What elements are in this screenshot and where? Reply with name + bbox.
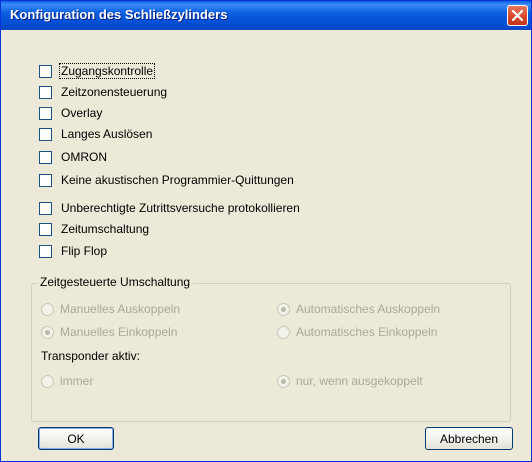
checkbox-label: Zugangskontrolle [58, 63, 156, 79]
checkbox-flip-flop[interactable]: Flip Flop [39, 243, 108, 259]
checkbox-box[interactable] [39, 173, 52, 187]
radio-label: Automatisches Einkoppeln [296, 325, 438, 339]
checkbox-label: Langes Auslösen [61, 127, 153, 141]
radio-automatisches-einkoppeln[interactable]: Automatisches Einkoppeln [277, 324, 437, 340]
radio-label: Manuelles Auskoppeln [60, 302, 181, 316]
dialog-window: Konfiguration des Schließzylinders Zugan… [0, 0, 532, 462]
close-icon [512, 10, 523, 21]
transponder-label: Transponder aktiv: [41, 349, 140, 363]
checkbox-langes-ausloesen[interactable]: Langes Auslösen [39, 126, 153, 142]
radio-label: immer [60, 374, 94, 388]
checkbox-box[interactable] [39, 150, 52, 164]
checkbox-box[interactable] [39, 127, 52, 141]
checkbox-zeitzonensteuerung[interactable]: Zeitzonensteuerung [39, 84, 168, 100]
radio-button[interactable] [41, 302, 54, 316]
window-title: Konfiguration des Schließzylinders [10, 7, 228, 22]
checkbox-label: Flip Flop [61, 244, 108, 258]
radio-label: Manuelles Einkoppeln [60, 325, 178, 339]
radio-manuelles-einkoppeln[interactable]: Manuelles Einkoppeln [41, 324, 177, 340]
ok-button[interactable]: OK [38, 427, 114, 450]
radio-button[interactable] [277, 374, 290, 388]
radio-manuelles-auskoppeln[interactable]: Manuelles Auskoppeln [41, 301, 180, 317]
checkbox-zugangskontrolle[interactable]: Zugangskontrolle [39, 63, 156, 79]
checkbox-label: Zeitumschaltung [61, 222, 150, 236]
groupbox-title: Zeitgesteuerte Umschaltung [37, 275, 194, 289]
radio-button[interactable] [277, 302, 290, 316]
checkbox-zeitumschaltung[interactable]: Zeitumschaltung [39, 221, 150, 237]
radio-button[interactable] [277, 325, 290, 339]
radio-label: nur, wenn ausgekoppelt [296, 374, 423, 388]
radio-label: Automatisches Auskoppeln [296, 302, 441, 316]
checkbox-zutrittsversuche[interactable]: Unberechtigte Zutrittsversuche protokoll… [39, 200, 301, 216]
checkbox-label: Keine akustischen Programmier-Quittungen [61, 173, 294, 187]
checkbox-box[interactable] [39, 85, 52, 99]
checkbox-box[interactable] [39, 222, 52, 236]
checkbox-label: Zeitzonensteuerung [61, 85, 168, 99]
checkbox-box[interactable] [39, 106, 52, 120]
title-bar[interactable]: Konfiguration des Schließzylinders [1, 1, 531, 30]
checkbox-overlay[interactable]: Overlay [39, 105, 103, 121]
checkbox-box[interactable] [39, 244, 52, 258]
checkbox-omron[interactable]: OMRON [39, 149, 108, 165]
checkbox-label: Unberechtigte Zutrittsversuche protokoll… [61, 201, 300, 215]
close-button[interactable] [507, 5, 528, 26]
radio-automatisches-auskoppeln[interactable]: Automatisches Auskoppeln [277, 301, 440, 317]
radio-nur-wenn-ausgekoppelt[interactable]: nur, wenn ausgekoppelt [277, 373, 423, 389]
checkbox-keine-quittungen[interactable]: Keine akustischen Programmier-Quittungen [39, 172, 295, 188]
dialog-client-area: Zugangskontrolle Zeitzonensteuerung Over… [1, 30, 531, 462]
checkbox-label: OMRON [61, 150, 107, 164]
radio-button[interactable] [41, 325, 54, 339]
cancel-button[interactable]: Abbrechen [425, 427, 513, 450]
checkbox-box[interactable] [39, 201, 52, 215]
checkbox-box[interactable] [39, 64, 52, 78]
radio-immer[interactable]: immer [41, 373, 93, 389]
radio-button[interactable] [41, 374, 54, 388]
checkbox-label: Overlay [61, 106, 103, 120]
